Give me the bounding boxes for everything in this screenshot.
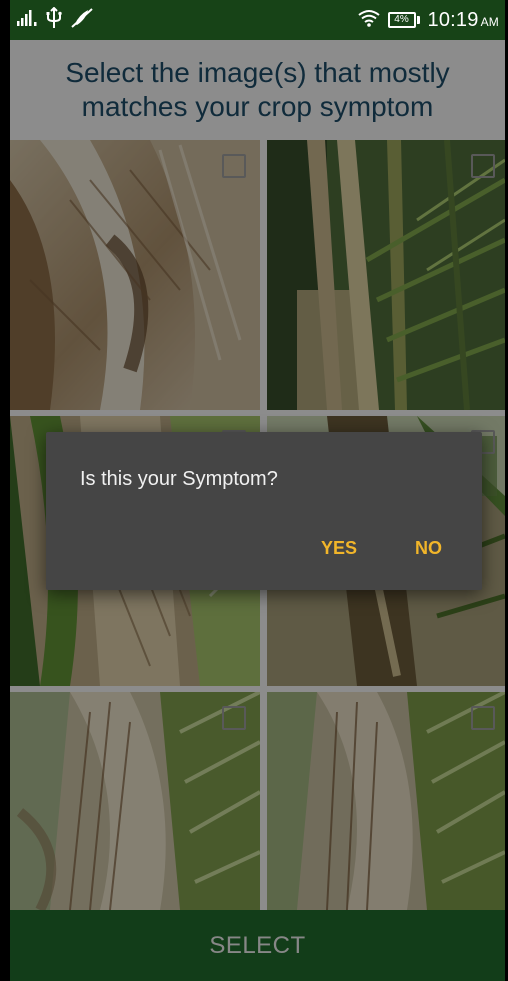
clock-ampm: AM bbox=[480, 14, 499, 29]
usb-icon bbox=[46, 6, 62, 33]
no-notifications-icon bbox=[70, 7, 94, 33]
dialog-message: Is this your Symptom? bbox=[80, 468, 278, 490]
battery-icon: 4% bbox=[387, 12, 420, 28]
clock: 10:19 AM bbox=[428, 9, 499, 32]
status-left-icons bbox=[16, 6, 94, 34]
no-button[interactable]: NO bbox=[415, 538, 442, 559]
dialog-actions: YES NO bbox=[321, 538, 442, 559]
status-bar: 4% 10:19 AM bbox=[10, 0, 505, 40]
battery-level: 4% bbox=[387, 12, 416, 28]
wifi-icon bbox=[357, 9, 380, 31]
signal-icon bbox=[16, 9, 38, 31]
app-screen: 4% 10:19 AM Select the image(s) that most… bbox=[10, 0, 505, 981]
confirm-symptom-dialog: Is this your Symptom? YES NO bbox=[46, 432, 482, 590]
status-right-icons: 4% 10:19 AM bbox=[357, 6, 499, 34]
clock-time: 10:19 bbox=[427, 8, 479, 31]
yes-button[interactable]: YES bbox=[321, 538, 357, 559]
